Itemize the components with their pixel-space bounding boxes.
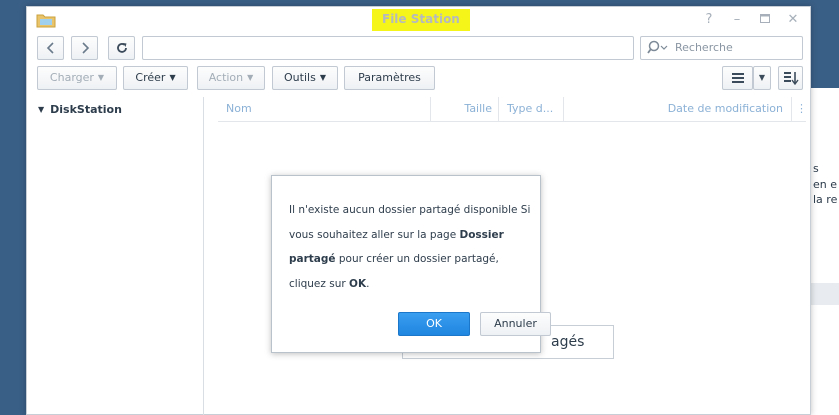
column-menu-icon[interactable]: ⋮ [792, 97, 807, 121]
confirm-dialog: Il n'existe aucun dossier partagé dispon… [271, 175, 551, 353]
sort-button[interactable] [778, 66, 803, 90]
action-button[interactable]: Action ▼ [197, 66, 265, 90]
tree-item-label: DiskStation [50, 103, 122, 116]
navigation-bar: Recherche [27, 35, 810, 63]
upload-button-label: Charger [49, 71, 94, 84]
window-title: File Station [372, 9, 470, 31]
tools-button[interactable]: Outils ▼ [272, 66, 338, 90]
file-list-header: Nom Taille Type d... Date de modificatio… [218, 97, 807, 122]
background-panel-text-3: la re [813, 193, 838, 206]
tree-item-diskstation[interactable]: ▼ DiskStation [38, 103, 122, 116]
column-header-modified[interactable]: Date de modification [564, 97, 792, 121]
tools-button-label: Outils [284, 71, 316, 84]
column-header-type[interactable]: Type d... [499, 97, 564, 121]
caret-down-icon: ▼ [319, 73, 326, 82]
background-panel-text-2: en e [813, 178, 838, 191]
caret-down-icon: ▼ [169, 73, 176, 82]
back-button[interactable] [37, 36, 64, 60]
background-panel-text-1: s [813, 162, 819, 175]
minimize-icon[interactable]: – [728, 11, 746, 29]
column-header-size[interactable]: Taille [431, 97, 499, 121]
view-mode-dropdown[interactable]: ▼ [753, 66, 771, 90]
ok-button[interactable]: OK [398, 312, 470, 336]
background-toast-text: agés [551, 334, 585, 350]
upload-button[interactable]: Charger ▼ [37, 66, 117, 90]
create-button[interactable]: Créer ▼ [123, 66, 188, 90]
caret-down-icon: ▼ [97, 73, 105, 82]
dialog-message-text-3: . [366, 277, 370, 290]
close-icon[interactable]: ✕ [784, 11, 802, 29]
dialog-message-bold-2: OK [349, 277, 367, 290]
path-input[interactable] [142, 36, 634, 60]
expand-triangle-icon[interactable]: ▼ [38, 105, 44, 114]
chevron-right-icon [81, 42, 89, 54]
create-button-label: Créer [135, 71, 166, 84]
caret-down-icon: ▼ [758, 73, 766, 82]
search-input[interactable]: Recherche [640, 36, 803, 60]
title-bar[interactable]: File Station ? – ✕ [27, 7, 810, 34]
toolbar: Charger ▼ Créer ▼ Action ▼ Outils ▼ Paramètr… [27, 66, 810, 92]
settings-button-label: Paramètres [358, 71, 421, 84]
help-icon[interactable]: ? [700, 11, 718, 29]
sort-icon [783, 72, 799, 86]
column-header-name[interactable]: Nom [218, 97, 431, 121]
settings-button[interactable]: Paramètres [344, 66, 435, 90]
search-icon [647, 40, 668, 54]
refresh-icon [116, 43, 127, 53]
folder-icon [36, 14, 56, 28]
caret-down-icon: ▼ [247, 73, 254, 82]
forward-button[interactable] [71, 36, 98, 60]
folder-tree: ▼ DiskStation [27, 97, 204, 415]
chevron-left-icon [46, 42, 54, 54]
dialog-message: Il n'existe aucun dossier partagé dispon… [289, 198, 539, 296]
view-mode-button[interactable] [722, 66, 753, 90]
refresh-button[interactable] [108, 36, 135, 60]
maximize-icon[interactable] [756, 11, 774, 29]
list-view-icon [731, 73, 744, 83]
search-placeholder: Recherche [675, 41, 733, 54]
cancel-button[interactable]: Annuler [480, 312, 551, 336]
action-button-label: Action [208, 71, 244, 84]
